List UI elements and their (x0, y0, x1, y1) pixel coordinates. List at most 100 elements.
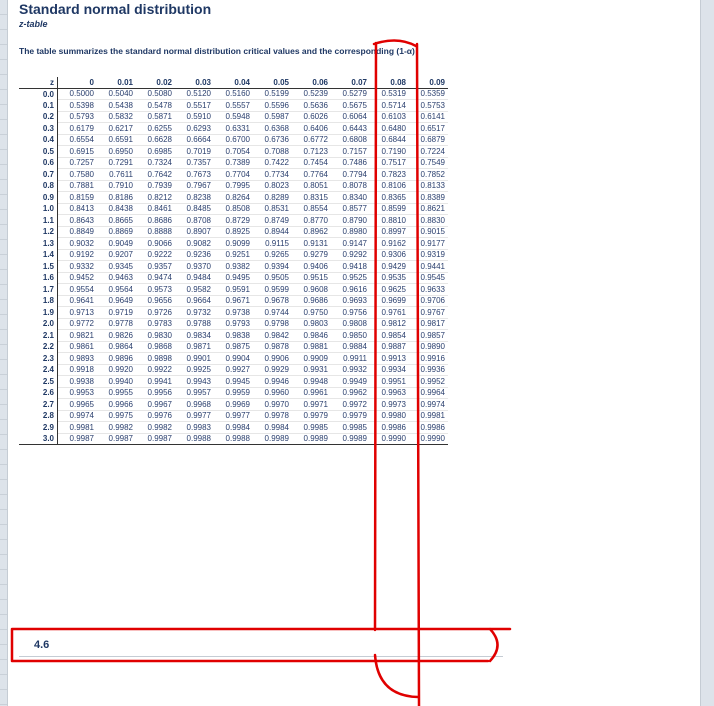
table-cell: 0.8830 (409, 214, 448, 227)
input-cell[interactable]: 4.6 (19, 629, 503, 657)
table-cell: 0.9306 (370, 249, 409, 261)
row-header-divider (0, 509, 7, 510)
table-cell: 0.9884 (331, 341, 370, 353)
table-cell: 0.9909 (292, 352, 331, 365)
table-cell: 0.8962 (292, 226, 331, 238)
z-table-header-row: z 0 0.01 0.02 0.03 0.04 0.05 0.06 0.07 0.08 0.09 (19, 77, 448, 89)
row-header-divider (0, 659, 7, 660)
table-cell: 0.5832 (97, 111, 136, 123)
table-cell: 0.7357 (175, 157, 214, 169)
table-cell: 0.7939 (136, 180, 175, 192)
table-cell: 0.9968 (175, 398, 214, 411)
z-row-label: 0.9 (19, 191, 58, 203)
table-cell: 0.9292 (331, 249, 370, 261)
table-cell: 0.8907 (175, 226, 214, 238)
scrollbar-strip[interactable] (700, 0, 714, 706)
table-cell: 0.7422 (253, 157, 292, 169)
table-cell: 0.9861 (57, 341, 97, 353)
table-cell: 0.9177 (409, 237, 448, 250)
row-header-divider (0, 74, 7, 75)
table-cell: 0.8925 (214, 226, 253, 238)
z-row-label: 1.1 (19, 214, 58, 226)
row-header-divider (0, 254, 7, 255)
table-cell: 0.9474 (136, 272, 175, 284)
table-description: The table summarizes the standard normal… (19, 46, 415, 56)
table-cell: 0.7224 (409, 145, 448, 158)
table-cell: 0.7324 (136, 157, 175, 169)
z-table-body: 0.0 0.5000 0.5040 0.5080 0.5120 0.5160 0.5199 0… (19, 88, 448, 445)
table-cell: 0.9881 (292, 341, 331, 353)
row-header-divider (0, 704, 7, 705)
table-cell: 0.9976 (136, 410, 175, 422)
table-cell: 0.8810 (370, 214, 409, 227)
z-row-label: 2.7 (19, 398, 58, 410)
table-cell: 0.9940 (97, 375, 136, 388)
table-cell: 0.9761 (370, 306, 409, 319)
table-cell: 0.9973 (370, 398, 409, 411)
table-cell: 0.9608 (292, 283, 331, 296)
row-header-divider (0, 599, 7, 600)
table-cell: 0.9147 (331, 237, 370, 250)
table-cell: 0.9975 (97, 410, 136, 422)
table-cell: 0.9857 (409, 329, 448, 342)
table-cell: 0.8289 (253, 191, 292, 204)
z-row-label: 1.4 (19, 249, 58, 261)
table-cell: 0.6141 (409, 111, 448, 123)
table-cell: 0.9332 (57, 260, 97, 273)
table-row: 2.1 0.9821 0.9826 0.9830 0.9834 0.9838 0.9842 0… (19, 329, 448, 342)
table-cell: 0.9871 (175, 341, 214, 353)
table-cell: 0.9969 (214, 398, 253, 411)
table-cell: 0.9699 (370, 295, 409, 307)
table-row: 2.6 0.9953 0.9955 0.9956 0.9957 0.9959 0.9960 0… (19, 387, 448, 399)
table-cell: 0.9693 (331, 295, 370, 307)
table-cell: 0.9990 (409, 433, 448, 445)
row-header-divider (0, 194, 7, 195)
table-cell: 0.5557 (214, 99, 253, 112)
table-cell: 0.9974 (57, 410, 97, 422)
table-cell: 0.9207 (97, 249, 136, 261)
row-header-divider (0, 149, 7, 150)
table-cell: 0.8461 (136, 203, 175, 215)
table-cell: 0.9099 (214, 237, 253, 250)
table-cell: 0.9966 (97, 398, 136, 411)
z-row-label: 3.0 (19, 433, 58, 445)
table-cell: 0.5753 (409, 99, 448, 112)
row-header-divider (0, 389, 7, 390)
table-cell: 0.9049 (97, 237, 136, 250)
row-header-divider (0, 404, 7, 405)
table-cell: 0.6628 (136, 134, 175, 146)
table-cell: 0.7291 (97, 157, 136, 169)
table-cell: 0.7454 (292, 157, 331, 169)
row-header-divider (0, 584, 7, 585)
row-header-divider (0, 629, 7, 630)
table-cell: 0.9957 (175, 387, 214, 399)
table-cell: 0.9664 (175, 295, 214, 307)
table-row: 2.2 0.9861 0.9864 0.9868 0.9871 0.9875 0.9878 0… (19, 341, 448, 353)
table-cell: 0.9678 (253, 295, 292, 307)
input-cell-value[interactable]: 4.6 (34, 639, 49, 651)
row-header-divider (0, 164, 7, 165)
table-cell: 0.8621 (409, 203, 448, 215)
table-cell: 0.9898 (136, 352, 175, 365)
z-row-label: 1.9 (19, 306, 58, 318)
table-cell: 0.9964 (409, 387, 448, 399)
table-cell: 0.9955 (97, 387, 136, 399)
table-cell: 0.9744 (253, 306, 292, 319)
table-cell: 0.6517 (409, 122, 448, 135)
row-header-divider (0, 644, 7, 645)
table-cell: 0.6368 (253, 122, 292, 135)
table-cell: 0.9960 (253, 387, 292, 399)
z-row-label: 1.8 (19, 295, 58, 307)
z-row-label: 0.2 (19, 111, 58, 123)
table-cell: 0.5080 (136, 88, 175, 100)
row-header-divider (0, 89, 7, 90)
table-cell: 0.8212 (136, 191, 175, 204)
column-header-0.06: 0.06 (292, 77, 331, 89)
table-cell: 0.8944 (253, 226, 292, 238)
z-row-label: 0.1 (19, 99, 58, 111)
row-header-divider (0, 44, 7, 45)
table-cell: 0.9981 (409, 410, 448, 422)
table-cell: 0.5478 (136, 99, 175, 112)
table-cell: 0.9732 (175, 306, 214, 319)
table-cell: 0.9980 (370, 410, 409, 422)
